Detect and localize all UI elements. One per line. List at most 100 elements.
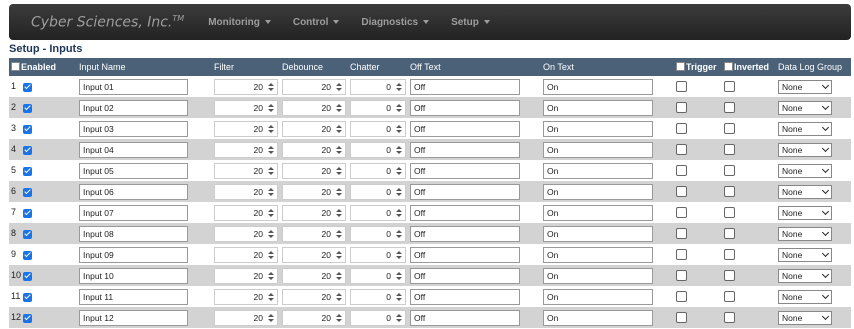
filter-stepper[interactable]: 20 [214, 288, 278, 305]
on-text-field[interactable]: On [543, 246, 653, 263]
arrow-up-icon[interactable] [268, 208, 274, 212]
data-log-group-select[interactable]: None [778, 79, 832, 94]
trigger-checkbox[interactable] [676, 291, 687, 303]
arrow-down-icon[interactable] [336, 255, 342, 259]
filter-stepper[interactable]: 20 [214, 120, 278, 137]
spinner-arrows-icon[interactable] [335, 206, 343, 220]
spinner-arrows-icon[interactable] [267, 185, 275, 199]
arrow-up-icon[interactable] [396, 313, 402, 317]
trigger-checkbox[interactable] [676, 249, 687, 261]
trigger-checkbox[interactable] [676, 165, 687, 177]
input-name-field[interactable]: Input 05 [79, 162, 188, 179]
inverted-checkbox[interactable] [724, 228, 735, 240]
select-all-trigger-checkbox[interactable] [676, 62, 685, 71]
input-name-field[interactable]: Input 03 [79, 120, 188, 137]
debounce-stepper[interactable]: 20 [282, 183, 346, 200]
arrow-up-icon[interactable] [336, 313, 342, 317]
on-text-field[interactable]: On [543, 162, 653, 179]
chatter-stepper[interactable]: 0 [350, 267, 406, 284]
chatter-stepper[interactable]: 0 [350, 309, 406, 326]
arrow-down-icon[interactable] [336, 108, 342, 112]
data-log-group-select[interactable]: None [778, 226, 832, 241]
arrow-down-icon[interactable] [396, 234, 402, 238]
inverted-checkbox[interactable] [724, 102, 735, 114]
filter-stepper[interactable]: 20 [214, 225, 278, 242]
arrow-up-icon[interactable] [396, 145, 402, 149]
spinner-arrows-icon[interactable] [395, 164, 403, 178]
off-text-field[interactable]: Off [410, 183, 520, 200]
filter-stepper[interactable]: 20 [214, 78, 278, 95]
arrow-down-icon[interactable] [336, 213, 342, 217]
nav-control[interactable]: Control [293, 17, 340, 28]
arrow-down-icon[interactable] [268, 129, 274, 133]
arrow-up-icon[interactable] [396, 166, 402, 170]
arrow-up-icon[interactable] [268, 271, 274, 275]
arrow-down-icon[interactable] [268, 276, 274, 280]
nav-setup[interactable]: Setup [451, 17, 490, 28]
spinner-arrows-icon[interactable] [395, 143, 403, 157]
enabled-checkbox[interactable] [23, 271, 32, 281]
spinner-arrows-icon[interactable] [395, 80, 403, 94]
spinner-arrows-icon[interactable] [267, 290, 275, 304]
debounce-stepper[interactable]: 20 [282, 162, 346, 179]
spinner-arrows-icon[interactable] [267, 311, 275, 325]
arrow-up-icon[interactable] [336, 166, 342, 170]
on-text-field[interactable]: On [543, 204, 653, 221]
arrow-down-icon[interactable] [336, 297, 342, 301]
arrow-down-icon[interactable] [268, 150, 274, 154]
inverted-checkbox[interactable] [724, 312, 735, 324]
off-text-field[interactable]: Off [410, 78, 520, 95]
data-log-group-select[interactable]: None [778, 310, 832, 325]
arrow-up-icon[interactable] [268, 124, 274, 128]
spinner-arrows-icon[interactable] [335, 290, 343, 304]
arrow-up-icon[interactable] [336, 145, 342, 149]
arrow-up-icon[interactable] [268, 313, 274, 317]
spinner-arrows-icon[interactable] [335, 164, 343, 178]
arrow-down-icon[interactable] [396, 276, 402, 280]
on-text-field[interactable]: On [543, 120, 653, 137]
debounce-stepper[interactable]: 20 [282, 288, 346, 305]
arrow-down-icon[interactable] [396, 171, 402, 175]
trigger-checkbox[interactable] [676, 144, 687, 156]
off-text-field[interactable]: Off [410, 309, 520, 326]
trigger-checkbox[interactable] [676, 81, 687, 93]
arrow-up-icon[interactable] [268, 229, 274, 233]
arrow-up-icon[interactable] [396, 187, 402, 191]
arrow-up-icon[interactable] [396, 82, 402, 86]
trigger-checkbox[interactable] [676, 228, 687, 240]
arrow-down-icon[interactable] [268, 255, 274, 259]
arrow-down-icon[interactable] [396, 129, 402, 133]
enabled-checkbox[interactable] [23, 103, 32, 113]
arrow-up-icon[interactable] [396, 103, 402, 107]
spinner-arrows-icon[interactable] [267, 164, 275, 178]
spinner-arrows-icon[interactable] [267, 122, 275, 136]
arrow-up-icon[interactable] [268, 166, 274, 170]
spinner-arrows-icon[interactable] [267, 227, 275, 241]
spinner-arrows-icon[interactable] [267, 248, 275, 262]
input-name-field[interactable]: Input 06 [79, 183, 188, 200]
chatter-stepper[interactable]: 0 [350, 288, 406, 305]
off-text-field[interactable]: Off [410, 120, 520, 137]
off-text-field[interactable]: Off [410, 288, 520, 305]
enabled-checkbox[interactable] [23, 187, 32, 197]
enabled-checkbox[interactable] [23, 82, 32, 92]
enabled-checkbox[interactable] [23, 208, 32, 218]
arrow-up-icon[interactable] [336, 250, 342, 254]
arrow-down-icon[interactable] [396, 108, 402, 112]
arrow-down-icon[interactable] [336, 129, 342, 133]
off-text-field[interactable]: Off [410, 246, 520, 263]
inverted-checkbox[interactable] [724, 186, 735, 198]
arrow-up-icon[interactable] [268, 187, 274, 191]
spinner-arrows-icon[interactable] [335, 248, 343, 262]
arrow-up-icon[interactable] [336, 229, 342, 233]
trigger-checkbox[interactable] [676, 270, 687, 282]
filter-stepper[interactable]: 20 [214, 246, 278, 263]
spinner-arrows-icon[interactable] [395, 311, 403, 325]
spinner-arrows-icon[interactable] [335, 101, 343, 115]
spinner-arrows-icon[interactable] [267, 269, 275, 283]
data-log-group-select[interactable]: None [778, 205, 832, 220]
arrow-down-icon[interactable] [396, 297, 402, 301]
inverted-checkbox[interactable] [724, 207, 735, 219]
arrow-up-icon[interactable] [268, 103, 274, 107]
debounce-stepper[interactable]: 20 [282, 99, 346, 116]
